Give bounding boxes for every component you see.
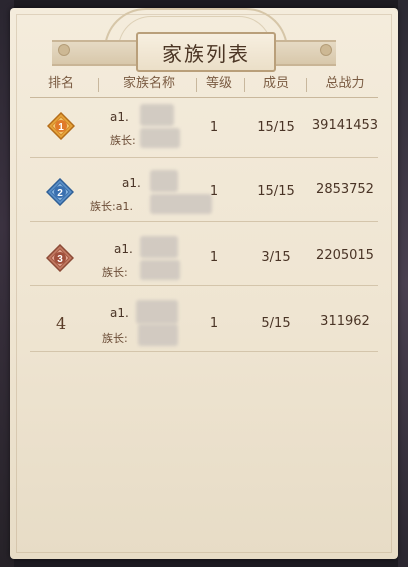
rank-number: 4 (56, 314, 67, 333)
family-power: 2205015 (316, 248, 374, 263)
header-rank: 排名 (47, 76, 74, 91)
rank-3-badge-icon: 3 (46, 244, 74, 272)
redacted-name-blur (140, 104, 174, 126)
header-separator (306, 78, 307, 92)
scroll-knob-left-icon (58, 44, 70, 56)
family-power: 39141453 (311, 118, 379, 133)
family-power: 2853752 (316, 182, 374, 197)
redacted-leader-blur (140, 128, 180, 148)
family-power: 311962 (320, 314, 370, 329)
table-row[interactable]: 3 a1. 族长: 1 3/15 2205015 (0, 222, 408, 286)
header-power: 总战力 (325, 76, 365, 91)
family-level: 1 (209, 316, 219, 331)
family-name: a1. (110, 110, 129, 124)
table-header: 排名 家族名称 等级 成员 总战力 (0, 72, 408, 96)
family-leader: 族长: (102, 332, 128, 345)
header-separator (98, 78, 99, 92)
header-level: 等级 (205, 76, 232, 91)
redacted-name-blur (150, 170, 178, 192)
header-separator (244, 78, 245, 92)
table-row[interactable]: 1 a1. 族长: 1 15/15 39141453 (0, 94, 408, 158)
rank-1-badge-number: 1 (58, 122, 64, 133)
rank-1-badge-icon: 1 (47, 112, 75, 140)
page-title: 家族列表 (162, 41, 250, 66)
family-members: 15/15 (257, 120, 295, 135)
header-members: 成员 (262, 76, 289, 91)
table-row[interactable]: 2 a1. 族长:a1. 1 15/15 2853752 (0, 158, 408, 222)
title-plaque: 家族列表 (136, 32, 276, 72)
redacted-name-blur (140, 236, 178, 258)
family-members: 15/15 (257, 184, 295, 199)
header-name: 家族名称 (122, 76, 175, 91)
redacted-name-blur (136, 300, 178, 324)
family-name: a1. (114, 242, 133, 256)
redacted-leader-blur (140, 260, 180, 280)
scroll-knob-right-icon (320, 44, 332, 56)
rank-2-badge-icon: 2 (46, 178, 74, 206)
row-divider (30, 351, 378, 352)
family-members: 3/15 (261, 250, 291, 265)
family-name: a1. (122, 176, 141, 190)
redacted-leader-blur (150, 194, 212, 214)
family-leader: 族长: (110, 134, 136, 147)
family-name: a1. (110, 306, 129, 320)
family-members: 5/15 (261, 316, 291, 331)
family-leader: 族长: (102, 266, 128, 279)
header-separator (196, 78, 197, 92)
family-level: 1 (209, 250, 219, 265)
family-level: 1 (209, 120, 219, 135)
family-level: 1 (209, 184, 219, 199)
rank-2-badge-number: 2 (57, 188, 63, 199)
family-leader: 族长:a1. (90, 200, 133, 213)
rank-3-badge-number: 3 (57, 254, 63, 265)
table-row[interactable]: 4 a1. 族长: 1 5/15 311962 (0, 286, 408, 352)
redacted-leader-blur (138, 324, 178, 346)
